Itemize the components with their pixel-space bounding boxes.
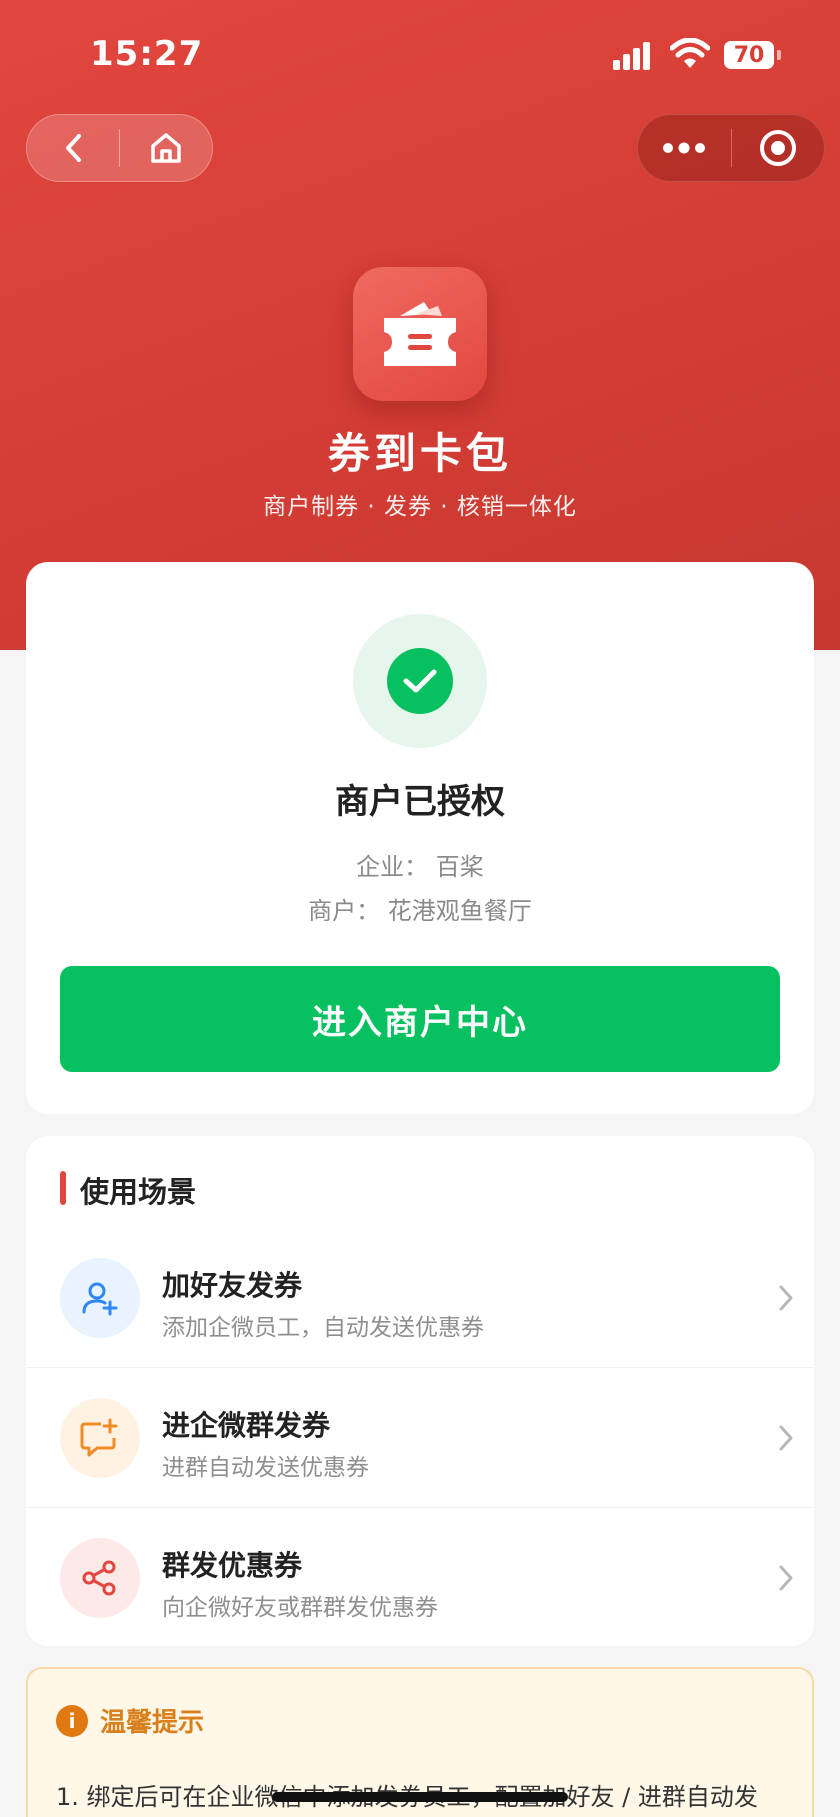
- chevron-left-icon: [66, 134, 81, 162]
- home-indicator[interactable]: [272, 1792, 568, 1802]
- section-accent-bar: [60, 1171, 66, 1205]
- target-circle-icon: [759, 130, 796, 166]
- home-button[interactable]: [120, 114, 212, 182]
- status-badge: [353, 614, 487, 748]
- close-miniprogram-button[interactable]: [732, 114, 825, 182]
- more-button[interactable]: [638, 114, 731, 182]
- scene-title: 群发优惠券: [162, 1549, 303, 1582]
- enter-merchant-center-button[interactable]: 进入商户中心: [60, 966, 780, 1072]
- page: 15:27 70 券到卡包 商户制券 · 发券 · 核销一体化 商户已授权 企业…: [0, 0, 840, 1817]
- chevron-right-icon: [779, 1425, 793, 1451]
- signal-icon: [613, 40, 659, 70]
- status-time: 15:27: [90, 34, 204, 74]
- check-icon: [403, 669, 437, 693]
- usage-scenes-card: 使用场景 加好友发券 添加企微员工，自动发送优惠券 进企微群发券 进群自动发送优…: [26, 1136, 814, 1646]
- group-chat-add-icon: [80, 1418, 118, 1457]
- status-bar: 15:27 70: [0, 0, 840, 110]
- scene-icon-wrap: [60, 1398, 140, 1478]
- scene-icon-wrap: [60, 1538, 140, 1618]
- scene-desc: 进群自动发送优惠券: [162, 1455, 369, 1481]
- info-icon: i: [56, 1705, 88, 1737]
- scene-title: 加好友发券: [162, 1269, 303, 1302]
- hero-header: 15:27 70 券到卡包 商户制券 · 发券 · 核销一体化: [0, 0, 840, 650]
- app-subtitle: 商户制券 · 发券 · 核销一体化: [263, 494, 577, 520]
- section-title: 使用场景: [80, 1175, 197, 1209]
- battery-icon: 70: [724, 41, 774, 69]
- add-user-icon: [82, 1282, 118, 1316]
- scene-item-mass-send[interactable]: 群发优惠券 向企微好友或群群发优惠券: [26, 1508, 814, 1648]
- scene-desc: 向企微好友或群群发优惠券: [162, 1595, 438, 1621]
- wallet-ticket-icon: [384, 302, 456, 366]
- nav-capsule: [26, 114, 213, 182]
- share-icon: [82, 1560, 116, 1596]
- back-button[interactable]: [27, 114, 119, 182]
- chevron-right-icon: [779, 1565, 793, 1591]
- battery-tip: [777, 50, 781, 60]
- wifi-icon: [670, 38, 710, 68]
- check-badge: [387, 648, 453, 714]
- menu-capsule: [637, 114, 825, 182]
- scene-desc: 添加企微员工，自动发送优惠券: [162, 1315, 484, 1341]
- merchant-info: 商户： 花港观鱼餐厅: [308, 897, 532, 925]
- chevron-right-icon: [779, 1285, 793, 1311]
- home-icon: [151, 133, 181, 163]
- auth-title: 商户已授权: [335, 782, 505, 822]
- more-dots-icon: [663, 142, 706, 154]
- auth-status-card: 商户已授权 企业： 百桨 商户： 花港观鱼餐厅 进入商户中心: [26, 562, 814, 1114]
- scene-item-join-group[interactable]: 进企微群发券 进群自动发送优惠券: [26, 1368, 814, 1508]
- scene-item-add-friend[interactable]: 加好友发券 添加企微员工，自动发送优惠券: [26, 1228, 814, 1368]
- enterprise-info: 企业： 百桨: [356, 853, 484, 881]
- scene-title: 进企微群发券: [162, 1409, 331, 1442]
- app-title: 券到卡包: [327, 429, 512, 478]
- scene-icon-wrap: [60, 1258, 140, 1338]
- tips-title: 温馨提示: [100, 1708, 205, 1738]
- app-logo: [353, 267, 487, 401]
